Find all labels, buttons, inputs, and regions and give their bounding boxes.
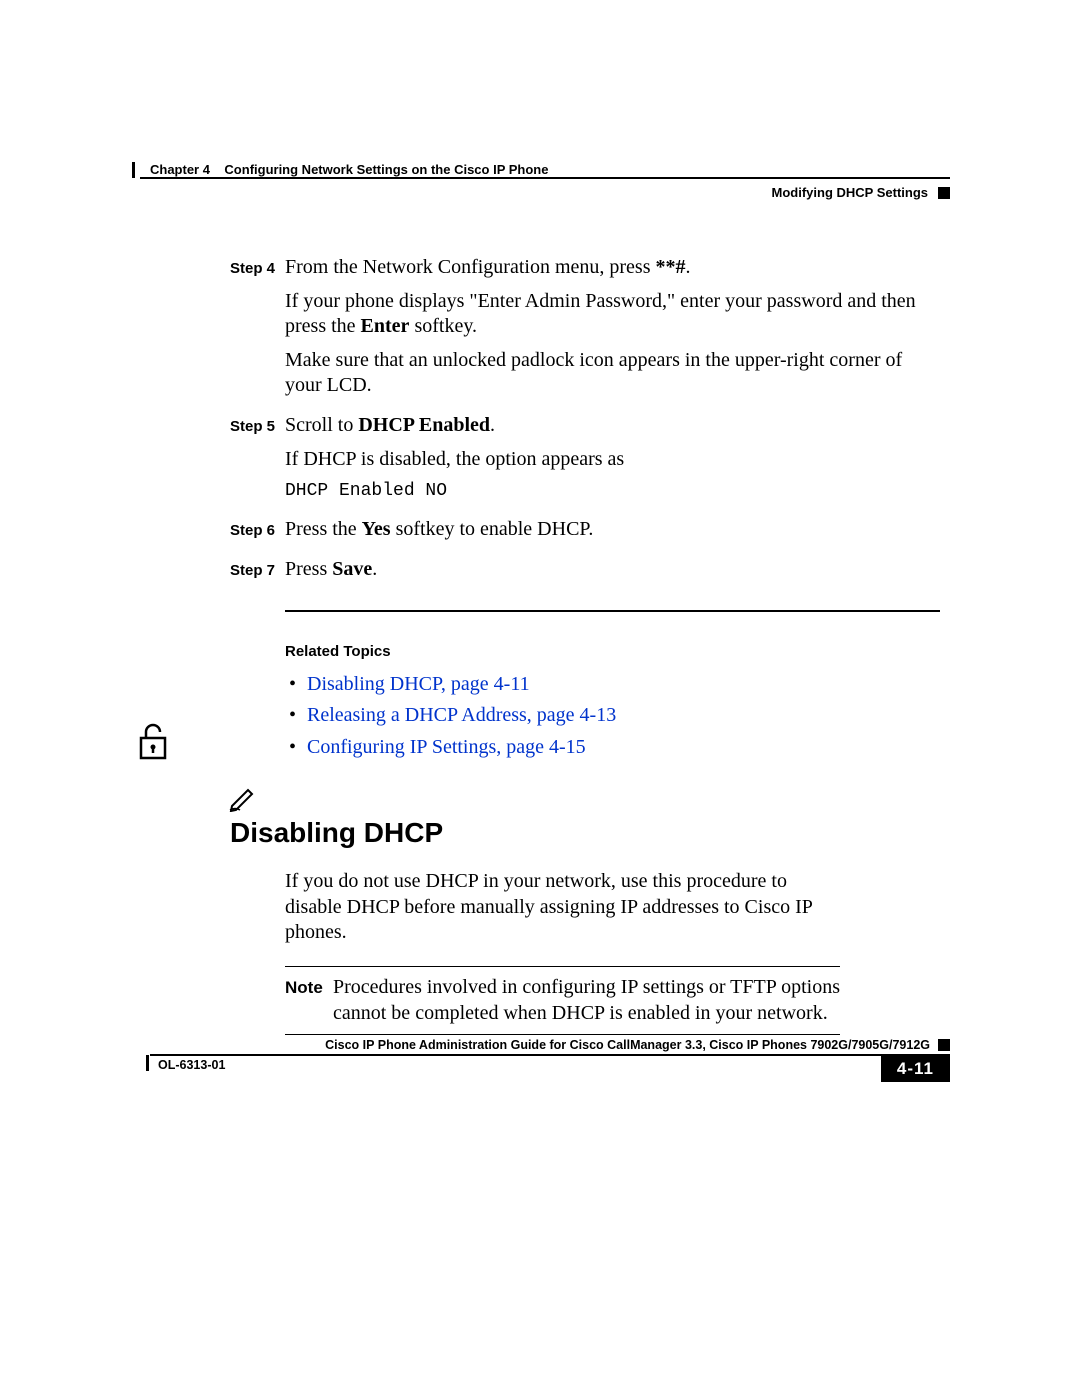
section-title: Modifying DHCP Settings (772, 185, 928, 200)
header-rule (140, 177, 950, 179)
step-body: Scroll to DHCP Enabled. If DHCP is disab… (285, 413, 940, 511)
step-label: Step 7 (230, 557, 285, 591)
chapter-title: Configuring Network Settings on the Cisc… (224, 162, 548, 177)
text: Press (285, 558, 332, 580)
text: Make sure that an unlocked padlock icon … (285, 348, 940, 399)
related-topics-heading: Related Topics (285, 642, 940, 661)
step-5: Step 5 Scroll to DHCP Enabled. If DHCP i… (230, 413, 940, 511)
unlocked-padlock-icon (135, 720, 173, 772)
text: If DHCP is disabled, the option appears … (285, 447, 940, 473)
step-6: Step 6 Press the Yes softkey to enable D… (230, 517, 940, 551)
section-body: If you do not use DHCP in your network, … (285, 869, 840, 1035)
text: softkey. (409, 315, 477, 337)
step-label: Step 4 (230, 255, 285, 407)
header-square-icon (938, 187, 950, 199)
running-header-left: Chapter 4 Configuring Network Settings o… (130, 160, 950, 177)
note-label: Note (285, 975, 333, 1026)
footer-doc-number: OL-6313-01 (130, 1056, 225, 1072)
pencil-note-icon (228, 782, 258, 819)
note-block: Note Procedures involved in configuring … (285, 966, 840, 1035)
footer-square-icon (938, 1039, 950, 1051)
procedure-end-rule (285, 610, 940, 612)
main-content: Step 4 From the Network Configuration me… (230, 255, 940, 851)
text: From the Network Configuration menu, pre… (285, 256, 656, 278)
note-top-rule (285, 966, 840, 967)
option-name: DHCP Enabled (358, 414, 490, 436)
step-4: Step 4 From the Network Configuration me… (230, 255, 940, 407)
footer-vertical-bar (146, 1055, 149, 1071)
footer-guide-title: Cisco IP Phone Administration Guide for … (325, 1038, 930, 1052)
text: softkey to enable DHCP. (391, 518, 594, 540)
softkey-name: Save (332, 558, 372, 580)
page-footer: Cisco IP Phone Administration Guide for … (130, 1038, 950, 1082)
key-sequence: **# (656, 256, 686, 278)
text: Press the (285, 518, 362, 540)
step-7: Step 7 Press Save. (230, 557, 940, 591)
step-body: Press Save. (285, 557, 940, 591)
related-topics: Related Topics Disabling DHCP, page 4-11… (285, 642, 940, 760)
step-label: Step 5 (230, 413, 285, 511)
step-label: Step 6 (230, 517, 285, 551)
text: . (372, 558, 377, 580)
chapter-number: Chapter 4 (150, 162, 210, 177)
intro-paragraph: If you do not use DHCP in your network, … (285, 869, 840, 946)
softkey-name: Enter (361, 315, 410, 337)
lcd-output: DHCP Enabled NO (285, 480, 940, 503)
related-link[interactable]: Releasing a DHCP Address, page 4-13 (307, 703, 940, 729)
page-body: Chapter 4 Configuring Network Settings o… (130, 160, 950, 1043)
note-bottom-rule (285, 1034, 840, 1035)
text: . (686, 256, 691, 278)
softkey-name: Yes (362, 518, 391, 540)
text: Scroll to (285, 414, 358, 436)
running-header-right-row: Modifying DHCP Settings (130, 185, 950, 200)
step-body: From the Network Configuration menu, pre… (285, 255, 940, 407)
note-text: Procedures involved in configuring IP se… (333, 975, 840, 1026)
section-heading: Disabling DHCP (230, 815, 940, 851)
page-number: 4-11 (881, 1056, 950, 1082)
step-body: Press the Yes softkey to enable DHCP. (285, 517, 940, 551)
text: . (490, 414, 495, 436)
related-link[interactable]: Disabling DHCP, page 4-11 (307, 672, 940, 698)
related-link[interactable]: Configuring IP Settings, page 4-15 (307, 735, 940, 761)
